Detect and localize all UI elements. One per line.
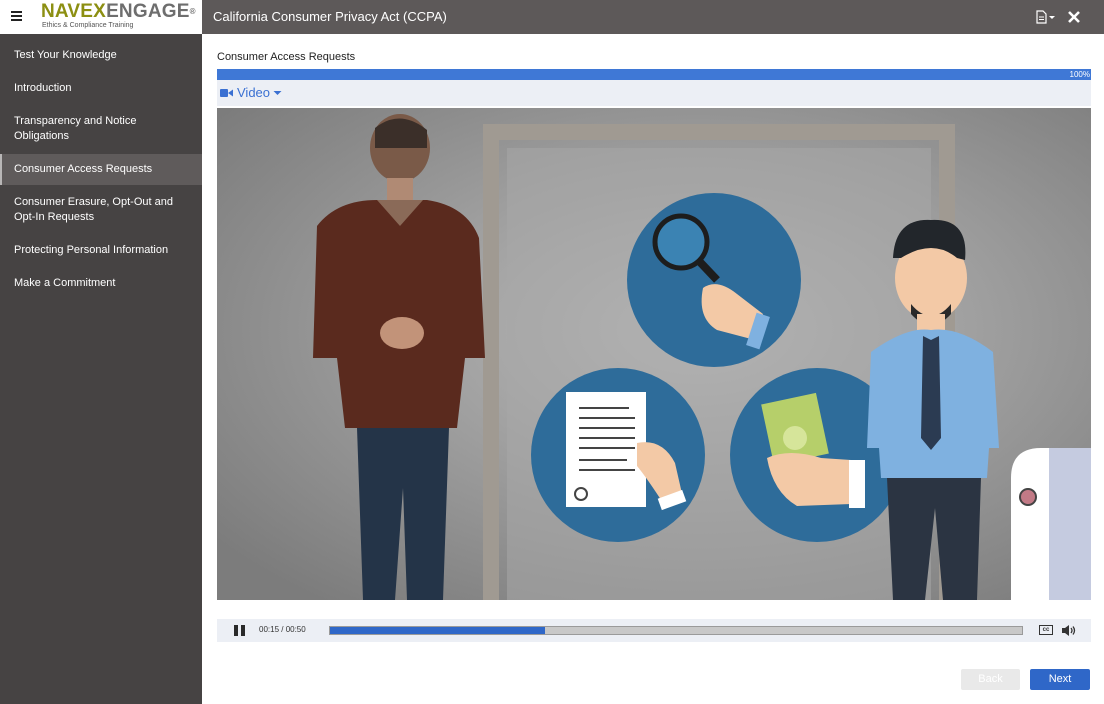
sidebar-item-consumer-erasure[interactable]: Consumer Erasure, Opt-Out and Opt-In Req… (0, 187, 202, 233)
closed-captions-button[interactable]: cc (1039, 625, 1053, 635)
brand-tagline: Ethics & Compliance Training (42, 22, 134, 29)
sidebar-item-consumer-access-requests[interactable]: Consumer Access Requests (0, 154, 202, 185)
document-menu-icon[interactable] (1036, 10, 1056, 24)
media-tab-bar: Video (217, 80, 1091, 106)
lesson-title: Consumer Access Requests (217, 51, 356, 63)
sidebar-item-transparency[interactable]: Transparency and Notice Obligations (0, 106, 202, 152)
video-player[interactable] (217, 108, 1091, 600)
caret-down-icon (273, 90, 282, 95)
header-bar: California Consumer Privacy Act (CCPA) (202, 0, 1104, 34)
video-camera-icon (220, 88, 233, 97)
time-readout: 00:15 / 00:50 (259, 625, 306, 634)
video-dropdown[interactable]: Video (220, 85, 286, 100)
sidebar-nav: Test Your Knowledge Introduction Transpa… (0, 34, 202, 704)
volume-icon[interactable] (1061, 624, 1077, 637)
sidebar-item-introduction[interactable]: Introduction (0, 73, 202, 104)
video-controls: 00:15 / 00:50 cc (217, 619, 1091, 642)
sidebar-item-test-your-knowledge[interactable]: Test Your Knowledge (0, 40, 202, 71)
video-tab-label: Video (237, 85, 271, 100)
sidebar-item-protecting-personal-information[interactable]: Protecting Personal Information (0, 235, 202, 266)
back-button[interactable]: Back (961, 669, 1020, 690)
close-icon[interactable] (1066, 9, 1082, 25)
logo-panel: NAVEXENGAGE® Ethics & Compliance Trainin… (0, 0, 202, 34)
sidebar-item-make-a-commitment[interactable]: Make a Commitment (0, 268, 202, 299)
pause-button[interactable] (234, 625, 245, 636)
next-button[interactable]: Next (1030, 669, 1090, 690)
hamburger-menu-icon[interactable] (11, 11, 22, 21)
progress-percent: 100% (1069, 70, 1090, 79)
brand-logo: NAVEXENGAGE® (41, 1, 196, 22)
seek-bar-played (330, 627, 545, 634)
seek-bar[interactable] (329, 626, 1023, 635)
course-title: California Consumer Privacy Act (CCPA) (213, 9, 447, 24)
lesson-progress-bar: 100% (217, 69, 1091, 80)
content-area: Consumer Access Requests 100% Video 00:1… (202, 34, 1104, 704)
video-frame-illustration (217, 108, 1091, 600)
